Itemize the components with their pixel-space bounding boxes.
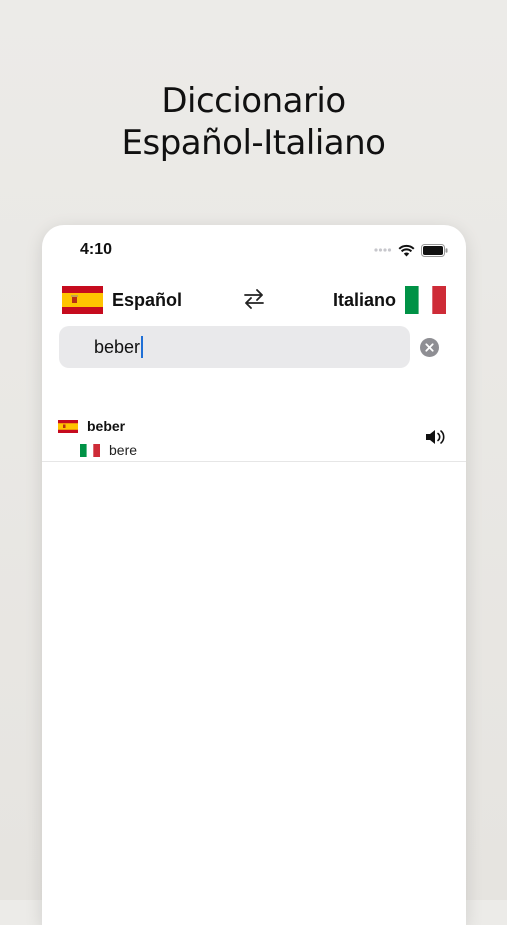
headline-line-2: Español-Italiano (121, 123, 386, 163)
source-language-selector[interactable]: Español (62, 286, 182, 314)
target-language-label: Italiano (332, 289, 396, 310)
result-target-word: bere (109, 442, 138, 458)
spain-flag-icon (58, 419, 78, 433)
speaker-icon[interactable] (424, 428, 448, 446)
italy-flag-icon (80, 443, 100, 457)
result-source-word: beber (87, 418, 126, 434)
italy-flag-icon (405, 286, 446, 314)
result-target: bere (80, 442, 137, 458)
text-caret (141, 336, 143, 358)
clear-x-glyph (425, 343, 434, 352)
status-icons (374, 243, 448, 257)
source-language-label: Español (112, 289, 183, 310)
phone-screen: 4:10 Español Italiano beber beber bere (42, 225, 466, 925)
language-bar: Español Italiano (42, 283, 466, 317)
signal-icon (374, 248, 392, 252)
battery-icon (421, 243, 448, 257)
swap-arrows-icon[interactable] (242, 287, 266, 311)
result-source: beber (58, 418, 125, 434)
headline-line-1: Diccionario (161, 81, 346, 121)
spain-flag-icon (62, 286, 103, 314)
search-input[interactable]: beber (94, 337, 140, 358)
clear-x-icon[interactable] (420, 338, 439, 357)
status-time: 4:10 (80, 241, 113, 258)
app-headline: Diccionario Español-Italiano (0, 80, 507, 164)
result-row[interactable]: beber bere (42, 411, 466, 462)
target-language-selector[interactable]: Italiano (333, 286, 446, 314)
wifi-icon (398, 244, 415, 256)
search-field[interactable]: beber (59, 326, 410, 368)
